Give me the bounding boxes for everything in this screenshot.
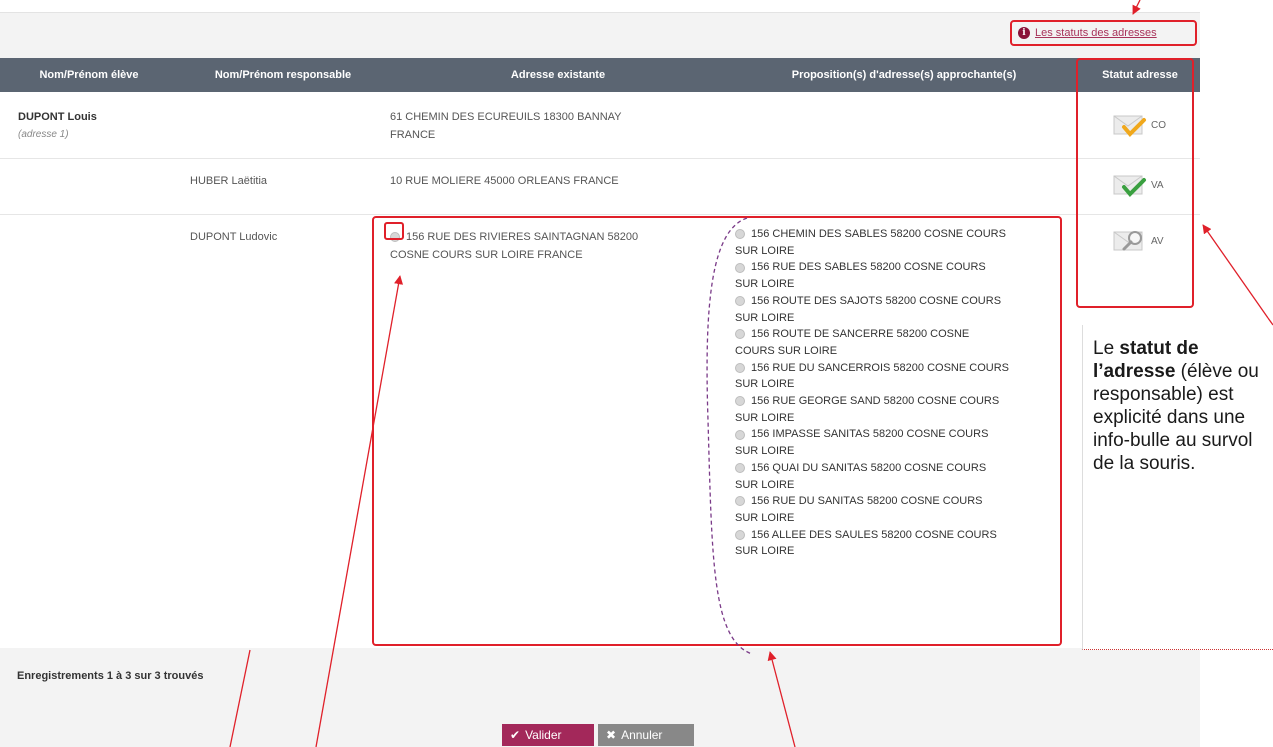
existing-address-line: FRANCE [390,129,436,141]
radio-highlight [384,222,404,240]
address-status-link-label[interactable]: Les statuts des adresses [1035,27,1157,39]
eleve-address-index: (adresse 1) [18,129,69,140]
header-eleve: Nom/Prénom élève [39,69,139,81]
close-icon: ✖ [606,728,617,742]
existing-address-line: 10 RUE MOLIERE 45000 ORLEANS FRANCE [390,175,619,187]
check-icon: ✔ [510,728,521,742]
footer: Enregistrements 1 à 3 sur 3 trouvés ✔ Va… [0,648,1200,747]
status-explanation-note: Le statut de l’adresse (élève ou respons… [1082,325,1273,650]
table-row: HUBER Laëtitia 10 RUE MOLIERE 45000 ORLE… [0,158,1200,215]
existing-address-line: 61 CHEMIN DES ECUREUILS 18300 BANNAY [390,111,622,123]
responsable-name: HUBER Laëtitia [190,175,268,187]
status-column-highlight [1076,58,1194,308]
address-choice-highlight [372,216,1062,646]
table-row: DUPONT Louis (adresse 1) 61 CHEMIN DES E… [0,92,1200,159]
validate-button[interactable]: ✔ Valider [502,724,594,746]
annotation-arrow [1202,224,1269,319]
records-count: Enregistrements 1 à 3 sur 3 trouvés [17,670,204,682]
responsable-name: DUPONT Ludovic [190,231,278,243]
validate-button-label: Valider [525,728,562,742]
info-icon: i [1018,27,1030,39]
cancel-button[interactable]: ✖ Annuler [598,724,694,746]
header-propositions: Proposition(s) d'adresse(s) approchante(… [791,69,1017,81]
cancel-button-label: Annuler [621,728,663,742]
eleve-name: DUPONT Louis [18,111,97,123]
note-text: Le [1093,338,1120,359]
header-adresse-existante: Adresse existante [510,69,606,81]
header-responsable: Nom/Prénom responsable [214,69,352,81]
address-status-link[interactable]: i Les statuts des adresses [1010,20,1197,46]
table-header: Nom/Prénom élève Nom/Prénom responsable … [0,58,1200,92]
annotation-line [1267,317,1273,326]
